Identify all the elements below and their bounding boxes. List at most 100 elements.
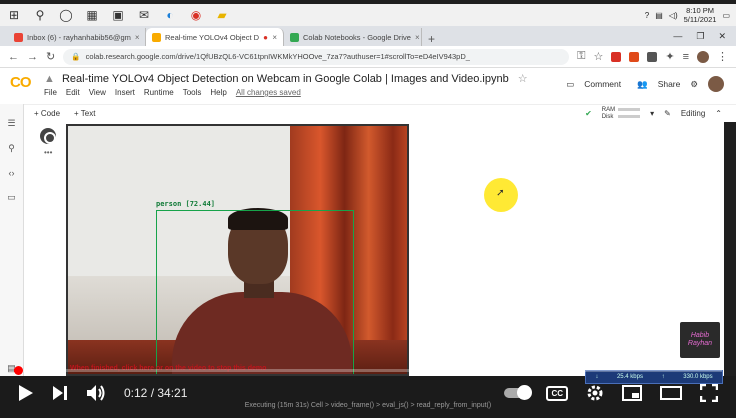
avatar[interactable] — [708, 76, 724, 92]
menu-tools[interactable]: Tools — [183, 88, 202, 97]
channel-watermark[interactable]: Habib Rayhan — [680, 322, 720, 358]
chevron-down-icon[interactable]: ▾ — [650, 109, 654, 118]
windows-icon[interactable]: ⊞ — [6, 7, 22, 23]
tab-gmail[interactable]: Inbox (6) - rayhanhabib56@gm × — [8, 28, 146, 46]
detection-label: person [72.44] — [156, 200, 216, 208]
volume-button[interactable] — [86, 384, 106, 402]
chevron-up-icon[interactable]: ⌃ — [715, 109, 722, 118]
autoplay-toggle[interactable] — [504, 385, 533, 400]
ram-bar — [618, 107, 641, 111]
recording-icon: ● — [263, 32, 268, 42]
bookmark-star-icon[interactable]: ☆ — [593, 50, 603, 63]
menu-view[interactable]: View — [89, 88, 106, 97]
menu-icon[interactable]: ≡ — [683, 51, 689, 63]
network-icon[interactable]: ▤ — [655, 11, 663, 20]
gear-icon[interactable]: ⚙ — [690, 79, 698, 90]
close-icon[interactable]: × — [272, 33, 277, 42]
menu-insert[interactable]: Insert — [115, 88, 135, 97]
next-button[interactable] — [52, 385, 68, 401]
notebook-content: ••• person [72.44] When finished, click … — [24, 122, 724, 376]
add-code-button[interactable]: + Code — [34, 109, 60, 118]
search-icon[interactable]: ⚲ — [32, 7, 48, 23]
editing-mode[interactable]: Editing — [681, 109, 705, 118]
address-bar[interactable]: 🔒 colab.research.google.com/drive/1QfUBz… — [63, 48, 570, 65]
gear-icon — [587, 385, 603, 401]
avatar[interactable] — [697, 50, 709, 63]
run-cell-button[interactable] — [40, 128, 56, 144]
tab-colab[interactable]: Real-time YOLOv4 Object D ● × — [146, 28, 284, 46]
play-button[interactable] — [18, 384, 34, 402]
reload-icon[interactable]: ↻ — [46, 50, 55, 63]
pencil-icon: ✎ — [664, 109, 671, 118]
next-icon — [53, 386, 67, 400]
drive-icon: ▲ — [44, 73, 55, 85]
puzzle-icon[interactable]: ✦ — [665, 50, 674, 63]
resource-monitor[interactable]: RAM Disk — [601, 107, 641, 121]
add-text-button[interactable]: + Text — [74, 109, 95, 118]
miniplayer-button[interactable] — [622, 385, 642, 401]
star-icon[interactable]: ☆ — [518, 73, 528, 85]
maximize-icon[interactable]: ❐ — [696, 31, 704, 42]
chrome-icon[interactable]: ◉ — [188, 7, 204, 23]
progress-scrubber[interactable] — [14, 366, 23, 375]
subtitles-button[interactable]: CC — [546, 385, 568, 401]
windows-taskbar: ⊞ ⚲ ◯ ▦ ▣ ✉ ◐ ◉ ▰ ? ▤ ◁) 8:10 PM 5/11/20… — [0, 4, 736, 26]
files-icon[interactable]: ▰ — [214, 7, 230, 23]
table-of-contents-icon[interactable]: ☰ — [0, 118, 23, 129]
webcam-output[interactable]: person [72.44] When finished, click here… — [66, 124, 409, 376]
system-clock[interactable]: 8:10 PM 5/11/2021 — [684, 6, 717, 24]
comment-button[interactable]: Comment — [584, 79, 621, 89]
colab-header: CO ▲ Real-time YOLOv4 Object Detection o… — [0, 68, 736, 104]
search-icon[interactable]: ⚲ — [0, 143, 23, 154]
clock-date: 5/11/2021 — [683, 15, 717, 24]
extension-icon[interactable] — [629, 51, 640, 62]
saved-status[interactable]: All changes saved — [236, 88, 301, 97]
calculator-icon[interactable]: ▦ — [84, 7, 100, 23]
window-close-icon[interactable]: ✕ — [718, 31, 726, 42]
extension-icon[interactable] — [611, 51, 622, 62]
new-tab-button[interactable]: + — [428, 32, 435, 46]
mail-icon[interactable]: ✉ — [136, 7, 152, 23]
duration: 34:21 — [157, 386, 188, 400]
theater-button[interactable] — [660, 386, 682, 400]
folder-icon[interactable]: ▭ — [0, 192, 23, 203]
settings-button[interactable] — [586, 384, 604, 402]
tab-drive[interactable]: Colab Notebooks - Google Drive × — [284, 28, 422, 46]
more-icon[interactable]: ⋮ — [717, 50, 728, 63]
volume-icon — [87, 385, 105, 401]
disk-label: Disk — [601, 113, 614, 120]
close-icon[interactable]: × — [415, 33, 420, 42]
key-icon[interactable]: ⚿ — [577, 50, 585, 63]
edge-icon[interactable]: ◐ — [162, 7, 178, 23]
notebook-title[interactable]: Real-time YOLOv4 Object Detection on Web… — [62, 73, 509, 85]
fullscreen-button[interactable] — [700, 384, 718, 402]
notebook-toolbar: + Code + Text ✔ RAM Disk ▾ ✎ Editing ⌃ — [24, 104, 736, 122]
address-bar-row: ← → ↻ 🔒 colab.research.google.com/drive/… — [0, 46, 736, 68]
extension-icon[interactable] — [647, 51, 658, 62]
menu-edit[interactable]: Edit — [66, 88, 80, 97]
minimize-icon[interactable]: — — [673, 31, 682, 42]
store-icon[interactable]: ▣ — [110, 7, 126, 23]
lock-icon: 🔒 — [71, 52, 81, 61]
tab-label: Inbox (6) - rayhanhabib56@gm — [27, 32, 131, 42]
video-stage[interactable]: ⊞ ⚲ ◯ ▦ ▣ ✉ ◐ ◉ ▰ ? ▤ ◁) 8:10 PM 5/11/20… — [0, 0, 736, 418]
menu-runtime[interactable]: Runtime — [144, 88, 174, 97]
cc-icon: CC — [546, 385, 568, 401]
code-snippets-icon[interactable]: ‹› — [0, 168, 23, 178]
volume-icon[interactable]: ◁) — [669, 11, 678, 20]
close-icon[interactable]: × — [135, 33, 140, 42]
menu-help[interactable]: Help — [210, 88, 226, 97]
notebook-title-row: ▲ Real-time YOLOv4 Object Detection on W… — [44, 72, 528, 85]
toggle-track — [504, 385, 533, 400]
menu-file[interactable]: File — [44, 88, 57, 97]
fullscreen-icon — [700, 384, 718, 402]
back-icon[interactable]: ← — [8, 51, 19, 63]
more-icon[interactable]: ••• — [44, 148, 52, 157]
forward-icon[interactable]: → — [27, 51, 38, 63]
taskview-icon[interactable]: ◯ — [58, 7, 74, 23]
share-button[interactable]: Share — [658, 79, 681, 89]
progress-bar[interactable] — [14, 366, 722, 375]
help-icon[interactable]: ? — [645, 11, 649, 20]
colab-logo[interactable]: CO — [10, 74, 31, 91]
notification-icon[interactable]: ▭ — [722, 11, 730, 20]
